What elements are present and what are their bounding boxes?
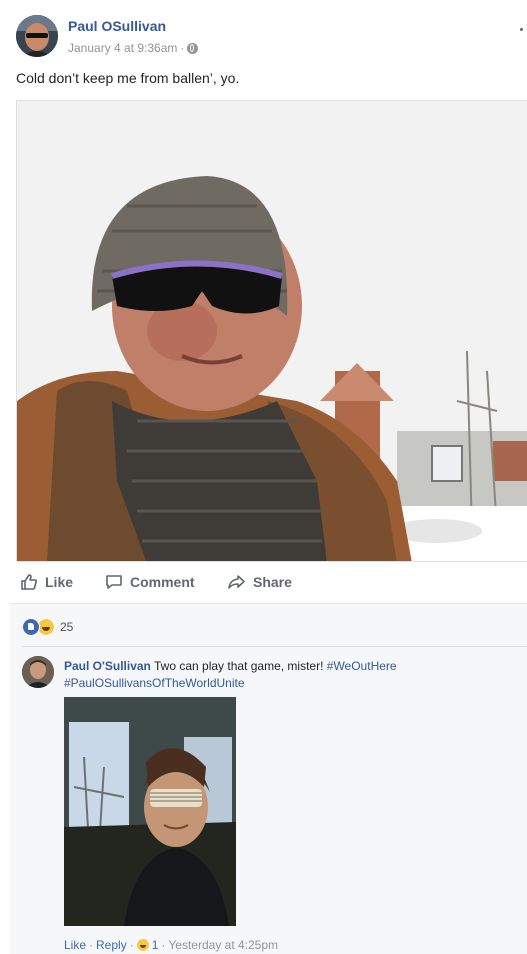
footer-separator: · [161, 938, 166, 952]
post-timestamp[interactable]: January 4 at 9:36am [68, 41, 177, 55]
comments-divider [22, 646, 527, 647]
haha-reaction-icon[interactable] [136, 939, 149, 951]
share-label: Share [253, 574, 292, 590]
author-avatar-image [16, 15, 58, 57]
facebook-post: Paul OSullivan January 4 at 9:36am · Col… [0, 0, 527, 954]
comment-label: Comment [130, 574, 195, 590]
like-label: Like [45, 574, 74, 590]
post-action-bar: Like Comment Share [10, 563, 527, 604]
reactions-summary[interactable]: 25 [22, 618, 73, 636]
comment-bubble-icon [106, 575, 122, 589]
comment-reaction-count[interactable]: 1 [152, 938, 159, 952]
commenter-avatar-image [22, 656, 54, 688]
post-options-icon[interactable] [520, 28, 523, 31]
comment-photo[interactable] [64, 697, 236, 926]
share-arrow-icon [228, 575, 245, 589]
comment-like-link[interactable]: Like [64, 938, 86, 952]
like-button[interactable]: Like [20, 573, 73, 591]
meta-separator: · [180, 41, 185, 55]
post-meta: January 4 at 9:36am · [68, 41, 199, 55]
author-avatar[interactable] [16, 15, 58, 57]
like-reaction-icon [22, 618, 40, 636]
comment-reply-link[interactable]: Reply [96, 938, 127, 952]
footer-separator: · [89, 938, 94, 952]
comments-section: 25 Paul O'Sullivan Two can play that gam… [10, 604, 527, 954]
thumbs-up-icon [21, 574, 38, 590]
comment-button[interactable]: Comment [105, 573, 195, 591]
share-button[interactable]: Share [227, 573, 292, 591]
commenter-avatar[interactable] [22, 656, 54, 688]
comment-body: Paul O'Sullivan Two can play that game, … [64, 658, 524, 692]
winter-selfie-image [17, 101, 527, 561]
comment-author-name[interactable]: Paul O'Sullivan [64, 659, 151, 673]
post-author-name[interactable]: Paul OSullivan [68, 18, 166, 34]
hashtag-link[interactable]: #PaulOSullivansOfTheWorldUnite [64, 676, 245, 690]
post-caption: Cold don’t keep me from ballen’, yo. [16, 70, 240, 86]
post-photo[interactable] [16, 100, 527, 562]
comment-text: Two can play that game, mister! [154, 659, 324, 673]
hashtag-link[interactable]: #WeOutHere [327, 659, 397, 673]
footer-separator: · [129, 938, 134, 952]
reaction-count: 25 [60, 620, 74, 634]
comment-footer: Like · Reply · 1 · Yesterday at 4:25pm [64, 938, 278, 952]
comment-timestamp[interactable]: Yesterday at 4:25pm [168, 938, 278, 952]
globe-icon[interactable] [187, 42, 199, 54]
shutter-shades-selfie-image [64, 697, 236, 926]
